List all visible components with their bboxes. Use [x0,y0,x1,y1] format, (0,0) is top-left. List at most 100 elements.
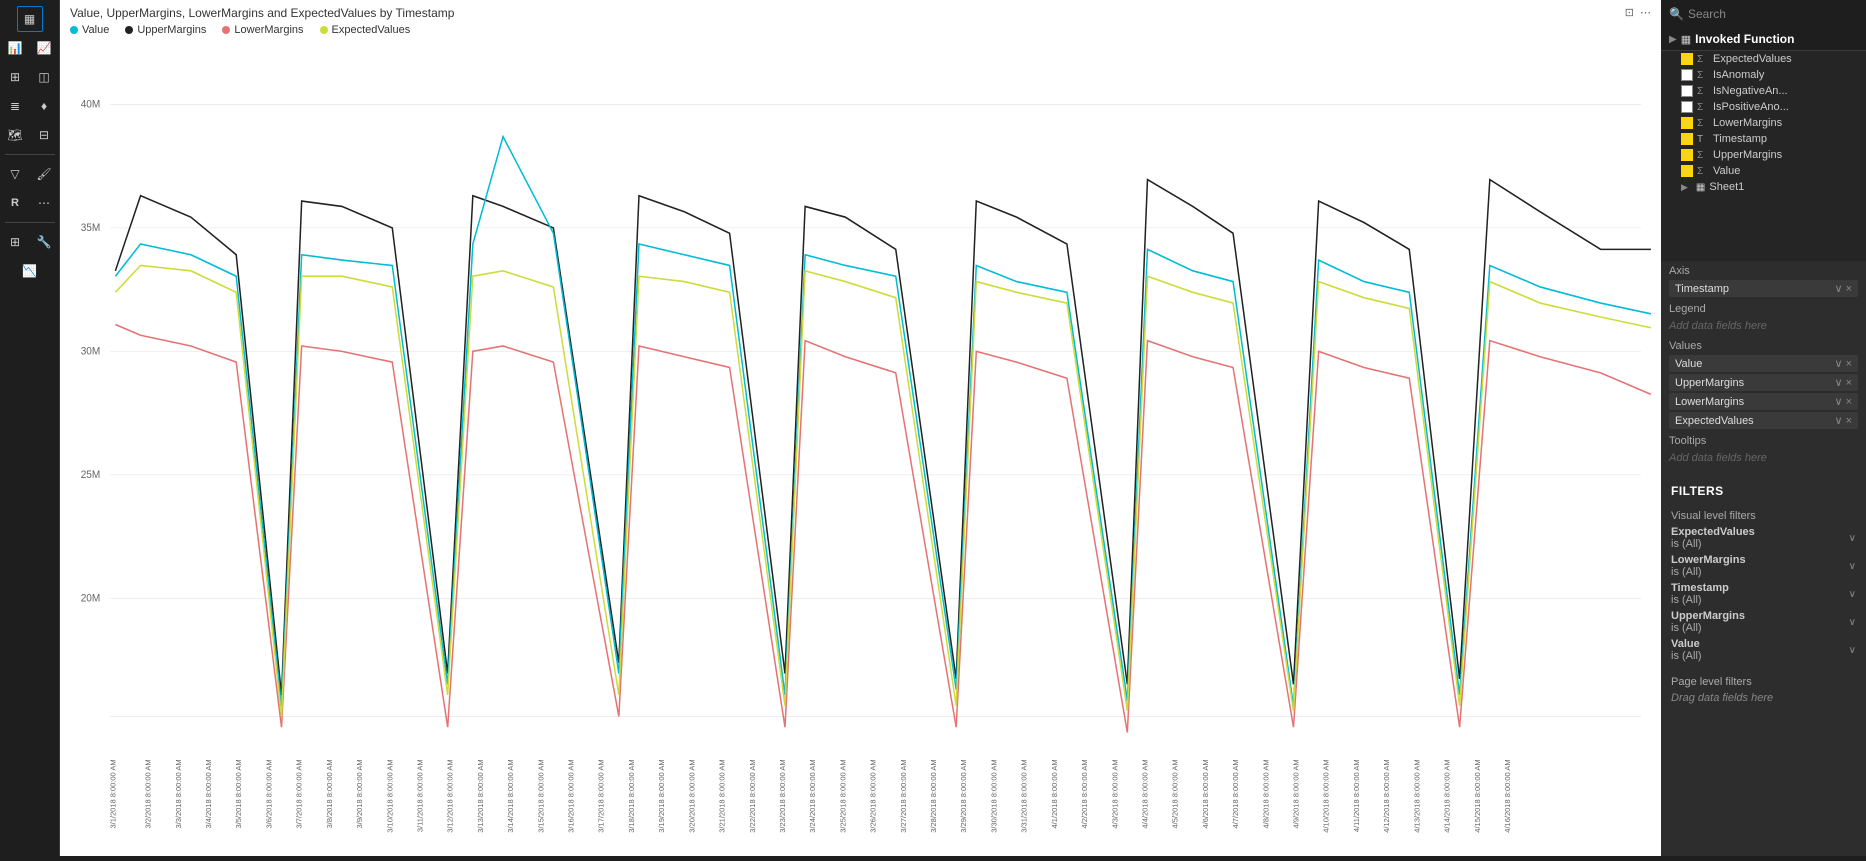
tool-btn-6[interactable]: ♦ [31,93,57,119]
chart-expand-icon[interactable]: ⊡ [1625,6,1634,19]
fm-expectedvalues-name: ExpectedValues [1675,415,1754,427]
field-checkbox-lowermargins[interactable]: ✓ [1681,117,1693,129]
filter-lowermargins-header[interactable]: LowerMargins is (All) ∨ [1671,554,1856,578]
fm-axis-dropdown[interactable]: ∨ × [1834,282,1852,295]
tool-btn-more[interactable]: ⋯ [31,190,57,216]
legend-dot-expected [320,26,328,34]
page-level-label: Page level filters [1661,672,1866,690]
chart-svg-container: 40M 35M 30M 25M 20M [60,40,1661,856]
svg-text:4/15/2018 8:00:00 AM: 4/15/2018 8:00:00 AM [1473,759,1482,832]
field-item-value[interactable]: ✓ Σ Value [1661,163,1866,179]
svg-text:3/22/2018 8:00:00 AM: 3/22/2018 8:00:00 AM [748,759,757,832]
field-checkbox-isnegative[interactable] [1681,85,1693,97]
filter-name-uppermargins: UpperMargins [1671,610,1745,622]
field-checkbox-value[interactable]: ✓ [1681,165,1693,177]
svg-text:3/23/2018 8:00:00 AM: 3/23/2018 8:00:00 AM [778,759,787,832]
fm-axis-value: Timestamp [1675,283,1729,295]
field-item-expectedvalues[interactable]: ✓ Σ ExpectedValues [1661,51,1866,67]
fm-uppermargins-remove[interactable]: ∨ × [1834,376,1852,389]
legend-dot-upper [125,26,133,34]
tool-btn-8[interactable]: ⊟ [31,122,57,148]
toolbar-row-4: ≣ ♦ [2,93,57,119]
field-checkbox-isanomaly[interactable] [1681,69,1693,81]
svg-text:4/10/2018 8:00:00 AM: 4/10/2018 8:00:00 AM [1322,759,1331,832]
tool-btn-format[interactable]: 🖌 [31,161,57,187]
svg-text:3/28/2018 8:00:00 AM: 3/28/2018 8:00:00 AM [929,759,938,832]
search-icon: 🔍 [1669,7,1684,21]
svg-text:20M: 20M [81,593,101,604]
chart-controls: ⊡ ⋯ [1625,6,1651,19]
fm-legend-section: Legend Add data fields here [1669,303,1858,334]
filter-chevron-timestamp: ∨ [1849,589,1856,600]
field-expand-sheet1[interactable]: ▶ [1681,182,1688,193]
tool-btn-analytics[interactable]: 📉 [17,258,43,284]
svg-text:4/9/2018 8:00:00 AM: 4/9/2018 8:00:00 AM [1292,759,1301,828]
fm-tooltips-section: Tooltips Add data fields here [1669,435,1858,466]
tool-btn-grid[interactable]: ⊞ [2,229,28,255]
field-type-isnegative: Σ [1697,86,1709,97]
field-item-sheet1[interactable]: ▶ ▦ Sheet1 [1661,179,1866,195]
chart-legend: Value UpperMargins LowerMargins Expected… [60,22,1661,40]
fm-expectedvalues-remove[interactable]: ∨ × [1834,414,1852,427]
tool-btn-3[interactable]: ⊞ [2,64,28,90]
tool-btn-4[interactable]: ◫ [31,64,57,90]
toolbar-row-9: 📉 [17,258,43,284]
fm-lowermargins-remove[interactable]: ∨ × [1834,395,1852,408]
field-name-lowermargins: LowerMargins [1713,117,1782,129]
field-item-ispositive[interactable]: Σ IsPositiveAno... [1661,99,1866,115]
svg-text:4/2/2018 8:00:00 AM: 4/2/2018 8:00:00 AM [1080,759,1089,828]
filter-timestamp-header[interactable]: Timestamp is (All) ∨ [1671,582,1856,606]
toolbar-row-6: ▽ 🖌 [2,161,57,187]
filter-group-timestamp: Timestamp is (All) [1671,582,1729,606]
svg-text:3/18/2018 8:00:00 AM: 3/18/2018 8:00:00 AM [627,759,636,832]
toolbar-row-8: ⊞ 🔧 [2,229,57,255]
field-item-lowermargins[interactable]: ✓ Σ LowerMargins [1661,115,1866,131]
svg-text:3/1/2018 8:00:00 AM: 3/1/2018 8:00:00 AM [109,759,118,828]
filter-expectedvalues: ExpectedValues is (All) ∨ [1661,524,1866,552]
tool-btn-2[interactable]: 📈 [31,35,57,61]
chart-type-bar[interactable]: ▦ [17,6,43,32]
filter-chevron-expectedvalues: ∨ [1849,533,1856,544]
svg-text:40M: 40M [81,99,101,110]
filter-value-header[interactable]: Value is (All) ∨ [1671,638,1856,662]
tool-btn-1[interactable]: 📊 [2,35,28,61]
toolbar-row-1: ▦ [17,6,43,32]
fm-value-remove[interactable]: ∨ × [1834,357,1852,370]
legend-item-lower: LowerMargins [222,24,303,36]
field-checkbox-uppermargins[interactable]: ✓ [1681,149,1693,161]
tool-btn-7[interactable]: 🗺 [2,122,28,148]
field-type-timestamp: T [1697,134,1709,145]
svg-text:3/11/2018 8:00:00 AM: 3/11/2018 8:00:00 AM [416,759,425,832]
toolbar-row-2: 📊 📈 [2,35,57,61]
field-item-isanomaly[interactable]: Σ IsAnomaly [1661,67,1866,83]
field-item-uppermargins[interactable]: ✓ Σ UpperMargins [1661,147,1866,163]
legend-label-expected: ExpectedValues [332,24,411,36]
svg-text:4/5/2018 8:00:00 AM: 4/5/2018 8:00:00 AM [1171,759,1180,828]
svg-text:3/30/2018 8:00:00 AM: 3/30/2018 8:00:00 AM [990,759,999,832]
svg-text:3/14/2018 8:00:00 AM: 3/14/2018 8:00:00 AM [506,759,515,832]
fm-legend-placeholder: Add data fields here [1669,318,1858,334]
fm-expectedvalues-field: ExpectedValues ∨ × [1669,412,1858,429]
field-checkbox-ispositive[interactable] [1681,101,1693,113]
chart-more-icon[interactable]: ⋯ [1640,6,1651,19]
fm-lowermargins-name: LowerMargins [1675,396,1744,408]
tool-btn-paint[interactable]: 🔧 [31,229,57,255]
search-input[interactable] [1688,7,1858,21]
tool-btn-r[interactable]: R [2,190,28,216]
field-checkbox-timestamp[interactable]: ✓ [1681,133,1693,145]
tool-btn-5[interactable]: ≣ [2,93,28,119]
svg-text:4/4/2018 8:00:00 AM: 4/4/2018 8:00:00 AM [1141,759,1150,828]
filter-group-value: Value is (All) [1671,638,1702,662]
fm-uppermargins-field: UpperMargins ∨ × [1669,374,1858,391]
field-item-isnegative[interactable]: Σ IsNegativeAn... [1661,83,1866,99]
svg-text:3/15/2018 8:00:00 AM: 3/15/2018 8:00:00 AM [537,759,546,832]
field-item-timestamp[interactable]: ✓ T Timestamp [1661,131,1866,147]
field-checkbox-expectedvalues[interactable]: ✓ [1681,53,1693,65]
filter-uppermargins-header[interactable]: UpperMargins is (All) ∨ [1671,610,1856,634]
filter-expectedvalues-header[interactable]: ExpectedValues is (All) ∨ [1671,526,1856,550]
expand-icon[interactable]: ▶ [1669,34,1677,45]
tool-btn-filter[interactable]: ▽ [2,161,28,187]
legend-item-expected: ExpectedValues [320,24,411,36]
svg-text:3/7/2018 8:00:00 AM: 3/7/2018 8:00:00 AM [295,759,304,828]
legend-item-upper: UpperMargins [125,24,206,36]
